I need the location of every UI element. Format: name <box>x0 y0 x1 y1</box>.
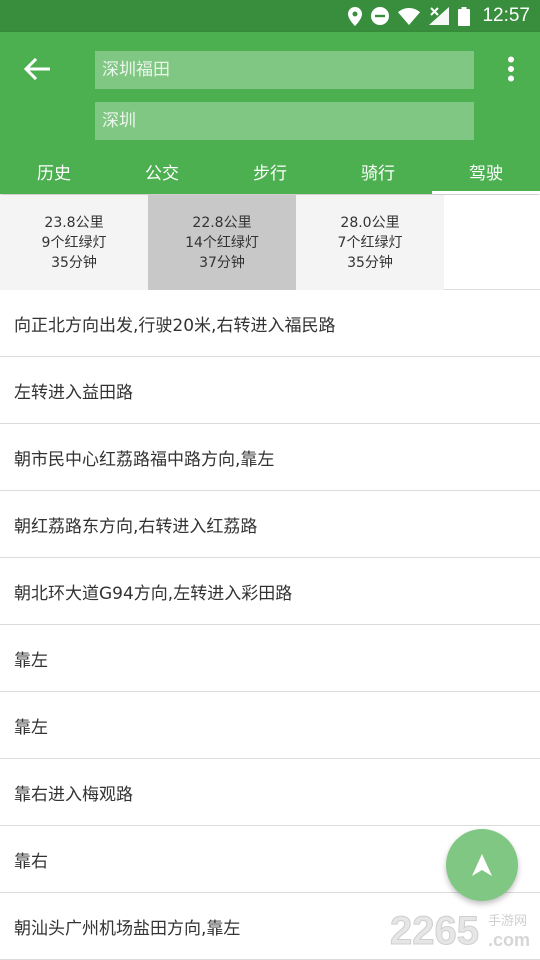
route-options: 23.8公里 9个红绿灯 35分钟 22.8公里 14个红绿灯 37分钟 28.… <box>0 195 540 290</box>
step-text: 朝北环大道G94方向,左转进入彩田路 <box>14 583 293 604</box>
step-text: 朝市民中心红荔路福中路方向,靠左 <box>14 449 275 470</box>
route-traffic-lights: 7个红绿灯 <box>337 234 403 251</box>
arrow-back-icon <box>24 58 50 80</box>
step-text: 靠左 <box>14 650 48 671</box>
tab-label: 历史 <box>37 163 71 184</box>
status-time: 12:57 <box>482 5 530 26</box>
back-button[interactable] <box>20 52 54 86</box>
tab-history[interactable]: 历史 <box>0 148 108 194</box>
list-item[interactable]: 朝北环大道G94方向,左转进入彩田路 <box>0 558 540 625</box>
start-navigation-button[interactable] <box>446 829 518 901</box>
wifi-icon <box>398 7 421 25</box>
tab-label: 步行 <box>253 163 287 184</box>
list-item[interactable]: 朝汕头广州机场盐田方向,靠左 <box>0 893 540 960</box>
status-bar: 12:57 <box>0 0 540 32</box>
list-item[interactable]: 朝市民中心红荔路福中路方向,靠左 <box>0 424 540 491</box>
more-options-button[interactable] <box>498 52 524 86</box>
route-distance: 23.8公里 <box>44 214 104 231</box>
route-option-3[interactable]: 28.0公里 7个红绿灯 35分钟 <box>296 195 444 290</box>
route-traffic-lights: 9个红绿灯 <box>41 234 107 251</box>
route-option-2[interactable]: 22.8公里 14个红绿灯 37分钟 <box>148 195 296 290</box>
step-text: 靠右 <box>14 851 48 872</box>
step-text: 向正北方向出发,行驶20米,右转进入福民路 <box>14 315 336 336</box>
battery-icon <box>458 6 471 26</box>
tab-walking[interactable]: 步行 <box>216 148 324 194</box>
tab-driving[interactable]: 驾驶 <box>432 148 540 194</box>
list-item[interactable]: 左转进入益田路 <box>0 357 540 424</box>
list-item[interactable]: 靠左 <box>0 692 540 759</box>
step-text: 朝红荔路东方向,右转进入红荔路 <box>14 516 258 537</box>
tab-label: 驾驶 <box>469 163 503 184</box>
route-duration: 37分钟 <box>199 254 245 271</box>
step-text: 左转进入益田路 <box>14 382 133 403</box>
do-not-disturb-icon <box>371 7 390 25</box>
route-traffic-lights: 14个红绿灯 <box>185 234 259 251</box>
list-item[interactable]: 靠右进入梅观路 <box>0 759 540 826</box>
more-vert-icon <box>508 56 514 82</box>
route-duration: 35分钟 <box>51 254 97 271</box>
route-distance: 28.0公里 <box>340 214 400 231</box>
route-option-1[interactable]: 23.8公里 9个红绿灯 35分钟 <box>0 195 148 290</box>
step-text: 靠右进入梅观路 <box>14 784 133 805</box>
tab-cycling[interactable]: 骑行 <box>324 148 432 194</box>
app-bar: 历史 公交 步行 骑行 驾驶 <box>0 32 540 194</box>
list-item[interactable]: 朝红荔路东方向,右转进入红荔路 <box>0 491 540 558</box>
list-item[interactable]: 向正北方向出发,行驶20米,右转进入福民路 <box>0 290 540 357</box>
route-duration: 35分钟 <box>347 254 393 271</box>
start-location-input[interactable] <box>95 51 474 89</box>
list-item[interactable]: 靠左 <box>0 625 540 692</box>
tab-label: 骑行 <box>361 163 395 184</box>
step-text: 朝汕头广州机场盐田方向,靠左 <box>14 918 241 939</box>
navigation-arrow-icon <box>472 854 492 876</box>
mode-tabs: 历史 公交 步行 骑行 驾驶 <box>0 148 540 194</box>
tab-label: 公交 <box>145 163 179 184</box>
destination-input[interactable] <box>95 102 474 140</box>
no-signal-icon <box>429 7 450 25</box>
tab-transit[interactable]: 公交 <box>108 148 216 194</box>
location-icon <box>348 6 363 26</box>
route-distance: 22.8公里 <box>192 214 252 231</box>
step-text: 靠左 <box>14 717 48 738</box>
